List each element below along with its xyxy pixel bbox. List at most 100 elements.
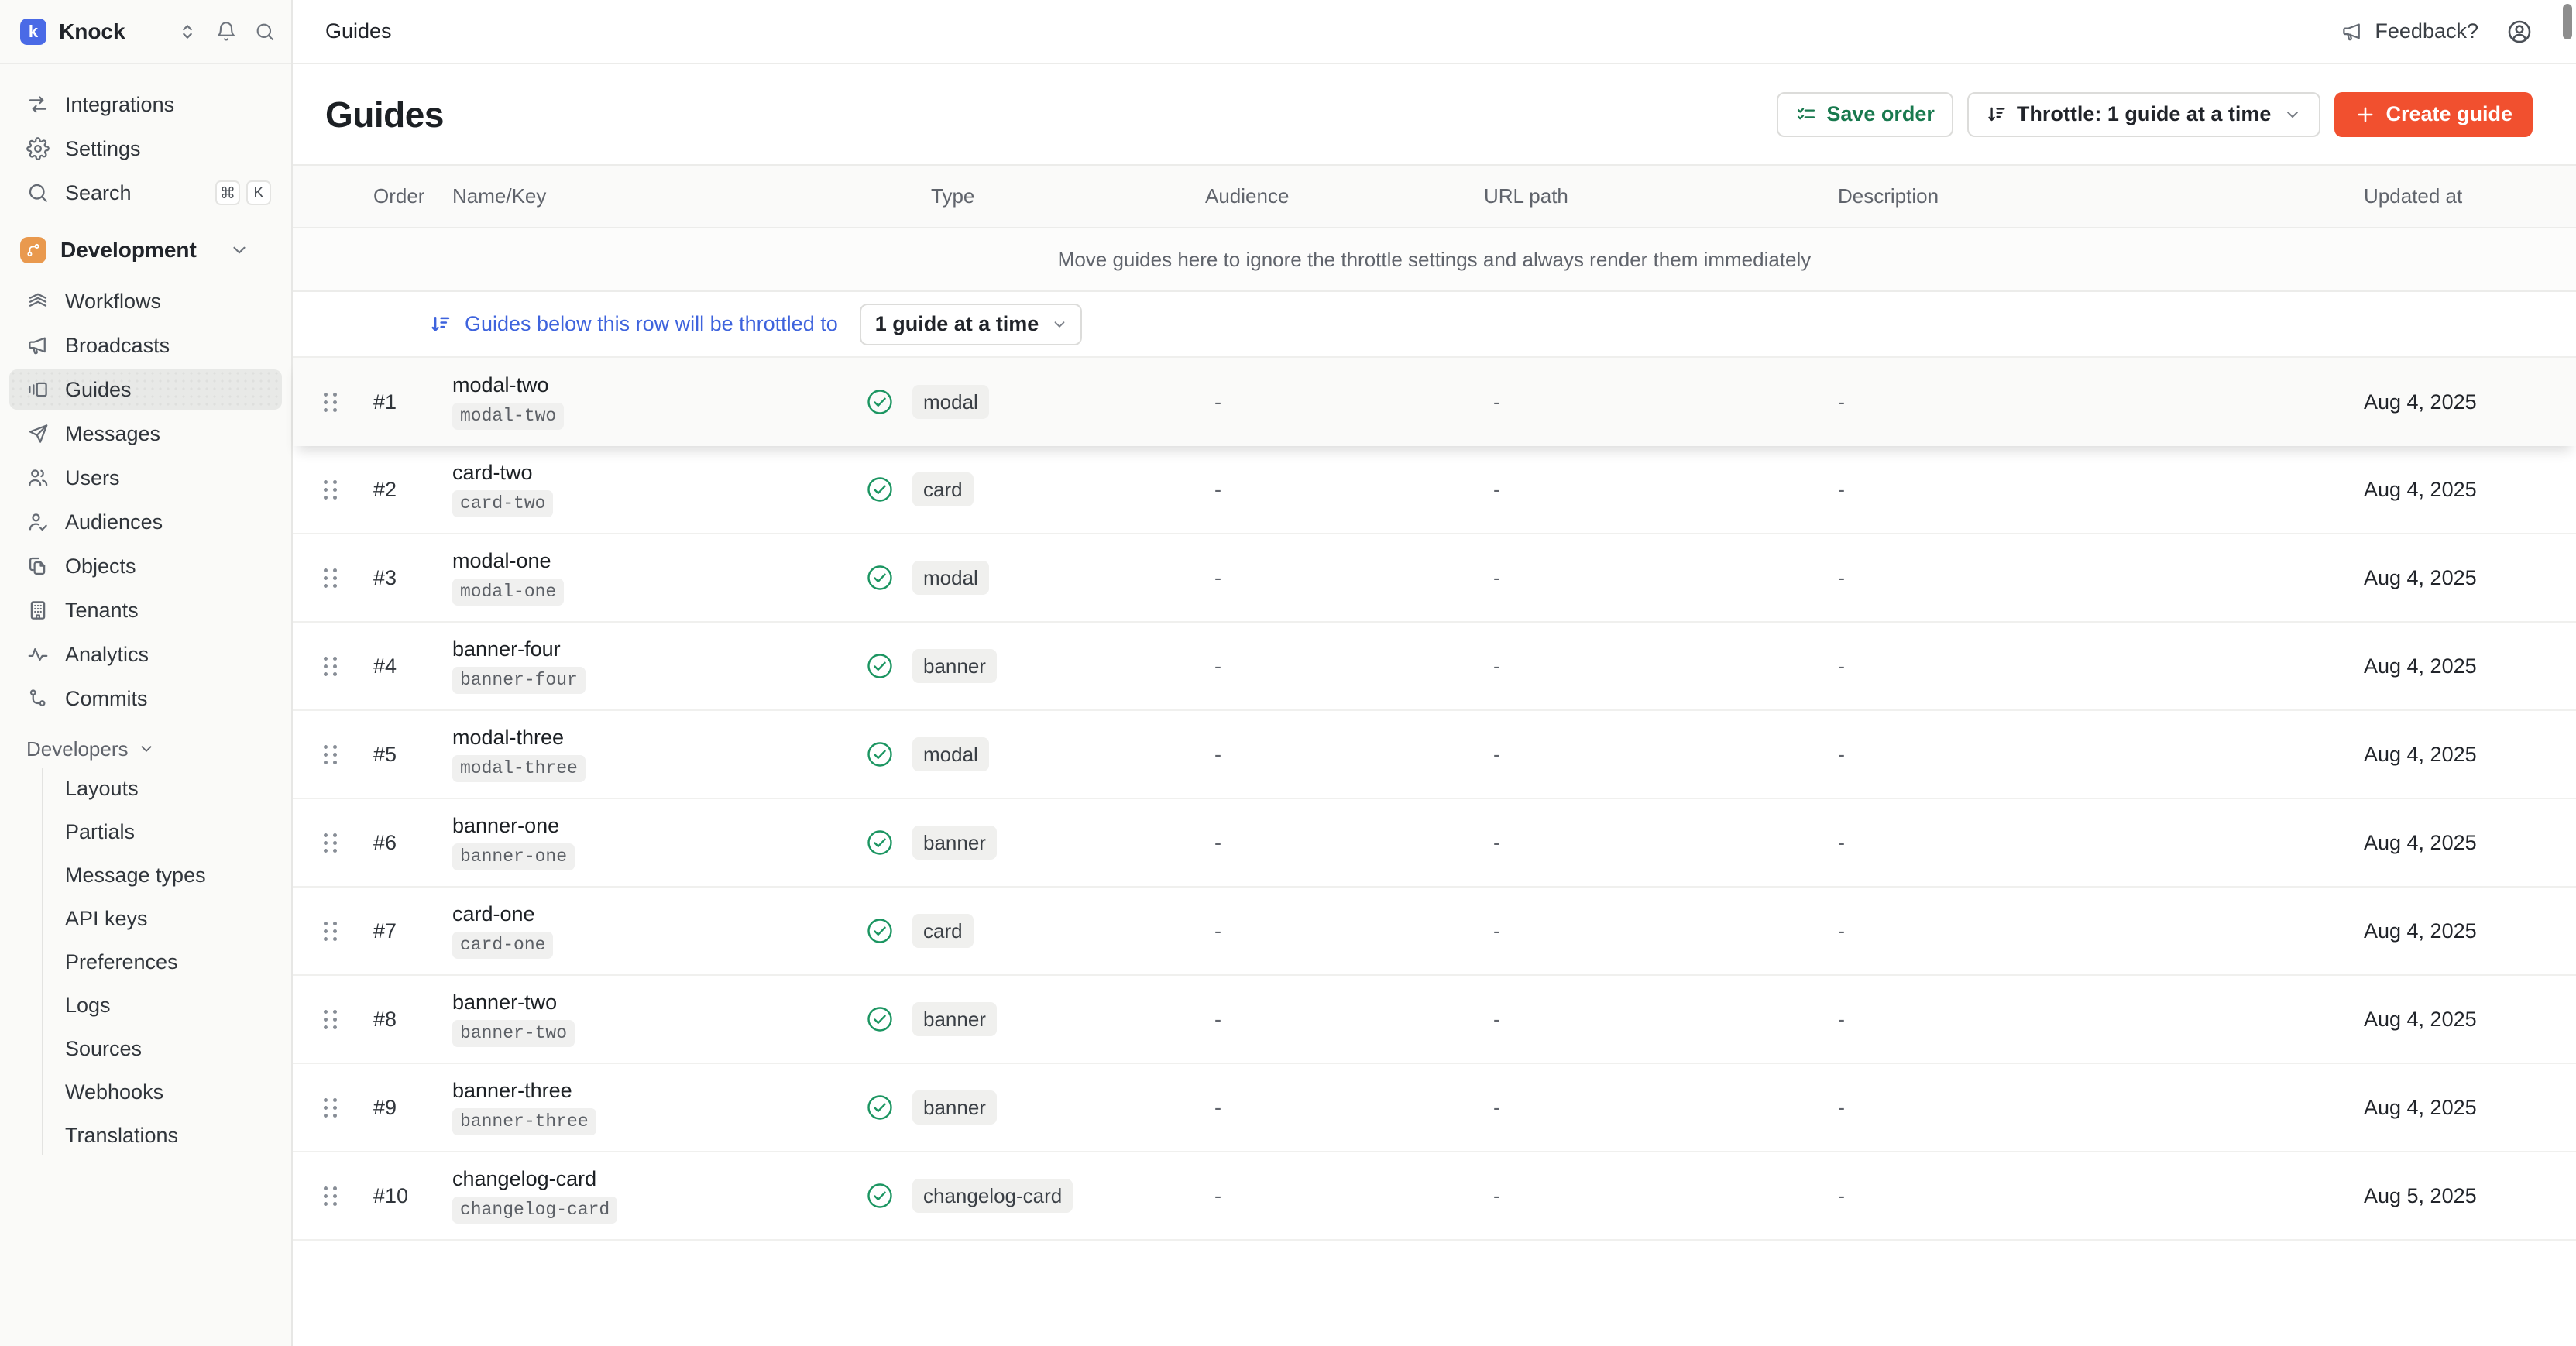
workspace-switcher-icon[interactable] [177,21,198,43]
column-header-updated-at: Updated at [2345,184,2533,208]
environment-switcher[interactable]: Development [9,230,282,270]
guides-panel-icon [26,378,50,401]
sidebar-item-broadcasts[interactable]: Broadcasts [9,325,282,366]
status-check-icon [866,1094,894,1121]
vertical-scrollbar-thumb[interactable] [2563,4,2572,39]
sidebar-item-audiences[interactable]: Audiences [9,502,282,542]
sidebar-item-objects[interactable]: Objects [9,546,282,586]
description-cell: - [1822,799,2345,886]
guide-name: modal-three [452,727,564,748]
chevron-down-icon [1051,316,1068,333]
order-number: #9 [362,1064,432,1151]
table-row[interactable]: #1 modal-twomodal-two modal - - - Aug 4,… [293,358,2576,446]
url-path-cell: - [1478,799,1822,886]
url-path-cell: - [1478,623,1822,709]
guide-key-badge: modal-two [452,403,564,430]
chevron-down-icon [138,740,155,757]
table-row[interactable]: #6 banner-onebanner-one banner - - - Aug… [293,799,2576,888]
url-path-cell: - [1478,711,1822,798]
knock-logo: k [20,19,46,45]
status-check-icon [866,1182,894,1210]
drag-handle[interactable] [324,568,338,588]
url-path-cell: - [1478,1152,1822,1239]
sidebar-nav: Integrations Settings Search ⌘ K Develop… [0,64,291,1346]
table-row[interactable]: #9 banner-threebanner-three banner - - -… [293,1064,2576,1152]
building-icon [26,599,50,622]
audience-cell: - [1199,888,1478,974]
unthrottled-dropzone[interactable]: Move guides here to ignore the throttle … [293,228,2576,292]
table-row[interactable]: #2 card-twocard-two card - - - Aug 4, 20… [293,446,2576,534]
sidebar-item-analytics[interactable]: Analytics [9,634,282,675]
sidebar-item-search[interactable]: Search ⌘ K [9,173,282,213]
developers-section-toggle[interactable]: Developers [9,730,282,768]
table-row[interactable]: #3 modal-onemodal-one modal - - - Aug 4,… [293,534,2576,623]
updated-at-cell: Aug 4, 2025 [2345,799,2533,886]
save-order-button[interactable]: Save order [1777,92,1953,137]
drag-handle[interactable] [324,393,338,412]
column-header-audience: Audience [1199,184,1478,208]
status-check-icon [866,917,894,945]
throttle-divider-text[interactable]: Guides below this row will be throttled … [465,312,838,336]
sidebar-item-message-types[interactable]: Message types [43,855,282,895]
table-row[interactable]: #5 modal-threemodal-three modal - - - Au… [293,711,2576,799]
type-badge: card [912,472,974,506]
drag-handle[interactable] [324,1186,338,1206]
sidebar-item-partials[interactable]: Partials [43,812,282,852]
throttle-dropdown-button[interactable]: Throttle: 1 guide at a time [1967,92,2321,137]
table-row[interactable]: #10 changelog-cardchangelog-card changel… [293,1152,2576,1241]
sidebar-item-messages[interactable]: Messages [9,414,282,454]
chevron-down-icon [229,240,249,260]
drag-handle[interactable] [324,480,338,500]
developers-section-label: Developers [26,737,129,761]
drag-handle[interactable] [324,833,338,853]
drag-handle[interactable] [324,745,338,764]
sidebar-item-label: Sources [65,1037,142,1061]
sidebar-item-label: Integrations [65,93,274,117]
guide-key-badge: changelog-card [452,1197,617,1224]
sidebar-item-integrations[interactable]: Integrations [9,84,282,125]
url-path-cell: - [1478,534,1822,621]
description-cell: - [1822,534,2345,621]
drag-handle[interactable] [324,922,338,941]
guide-name: banner-one [452,815,559,836]
user-avatar-icon[interactable] [2506,19,2533,45]
sidebar-item-label: Broadcasts [65,334,274,358]
sidebar-item-preferences[interactable]: Preferences [43,942,282,982]
sidebar-item-translations[interactable]: Translations [43,1115,282,1155]
sidebar-item-users[interactable]: Users [9,458,282,498]
sidebar-item-api-keys[interactable]: API keys [43,898,282,939]
users-icon [26,466,50,489]
updated-at-cell: Aug 4, 2025 [2345,446,2533,533]
feedback-button[interactable]: Feedback? [2341,19,2478,43]
sidebar-item-layouts[interactable]: Layouts [43,768,282,809]
activity-pulse-icon [26,643,50,666]
order-number: #8 [362,976,432,1063]
sidebar-item-tenants[interactable]: Tenants [9,590,282,630]
megaphone-icon [26,334,50,357]
drag-handle[interactable] [324,1010,338,1029]
throttle-value-label: 1 guide at a time [875,312,1039,336]
sidebar-item-settings[interactable]: Settings [9,129,282,169]
table-row[interactable]: #8 banner-twobanner-two banner - - - Aug… [293,976,2576,1064]
sidebar-item-label: Tenants [65,599,274,623]
guide-name: changelog-card [452,1169,596,1190]
table-row[interactable]: #7 card-onecard-one card - - - Aug 4, 20… [293,888,2576,976]
search-icon[interactable] [254,21,276,43]
type-badge: card [912,914,974,948]
url-path-cell: - [1478,358,1822,446]
type-badge: changelog-card [912,1179,1073,1213]
table-row[interactable]: #4 banner-fourbanner-four banner - - - A… [293,623,2576,711]
type-badge: banner [912,1090,997,1125]
sidebar-item-workflows[interactable]: Workflows [9,281,282,321]
create-guide-button[interactable]: Create guide [2334,92,2533,137]
throttle-value-select[interactable]: 1 guide at a time [860,304,1083,345]
sidebar-item-commits[interactable]: Commits [9,678,282,719]
drag-handle[interactable] [324,657,338,676]
sidebar-item-logs[interactable]: Logs [43,985,282,1025]
sidebar-item-sources[interactable]: Sources [43,1028,282,1069]
notifications-bell-icon[interactable] [215,21,237,43]
sidebar-item-guides[interactable]: Guides [9,369,282,410]
sidebar-item-webhooks[interactable]: Webhooks [43,1072,282,1112]
description-cell: - [1822,446,2345,533]
drag-handle[interactable] [324,1098,338,1118]
